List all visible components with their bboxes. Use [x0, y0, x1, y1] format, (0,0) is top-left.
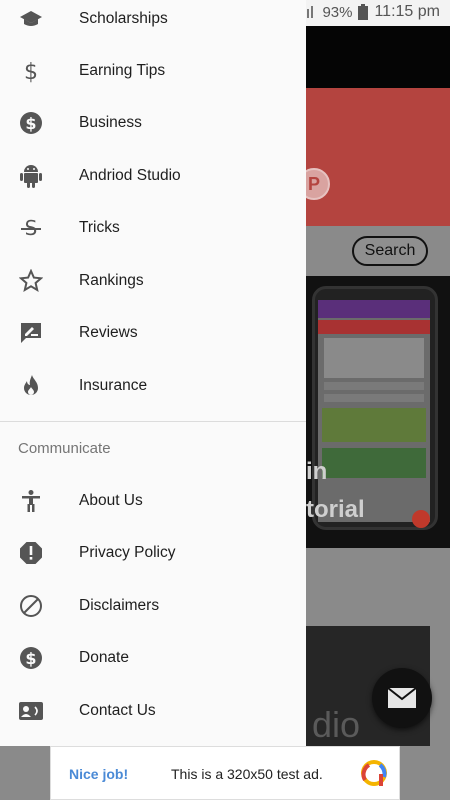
nav-item-label: Insurance [79, 377, 148, 394]
whatshot-icon [18, 373, 44, 399]
ad-text: This is a 320x50 test ad. [171, 766, 323, 782]
nav-item-label: Scholarships [79, 10, 168, 27]
nav-item-scholarships[interactable]: Scholarships [0, 0, 306, 45]
battery-percent: 93% [322, 3, 353, 21]
block-icon [18, 593, 44, 619]
nav-item-rankings[interactable]: Rankings [0, 255, 306, 307]
strikethrough-icon: S [18, 215, 44, 241]
drawer-divider [0, 421, 306, 422]
nav-item-disclaimers[interactable]: Disclaimers [0, 580, 306, 632]
dollar-circle-icon: $ [18, 110, 44, 136]
feature-title-line1: in [306, 458, 328, 485]
section-header-communicate: Communicate [18, 440, 111, 457]
svg-text:$: $ [24, 60, 38, 83]
nav-item-label: About Us [79, 492, 143, 509]
battery-icon [358, 4, 369, 20]
nav-item-label: Rankings [79, 272, 144, 289]
star-outline-icon [18, 268, 44, 294]
nav-item-reviews[interactable]: Reviews [0, 307, 306, 359]
ad-network-logo-icon [361, 760, 387, 793]
ad-badge-text: Nice job! [69, 766, 129, 782]
navigation-drawer: Scholarships $ Earning Tips $ Business A… [0, 0, 306, 746]
mail-fab-button[interactable] [372, 668, 432, 728]
svg-text:$: $ [25, 649, 36, 668]
contact-card-icon [18, 698, 44, 724]
android-icon [18, 163, 44, 189]
header-banner [306, 88, 450, 226]
nav-item-label: Reviews [79, 324, 138, 341]
phone-mockup-screen [318, 300, 430, 522]
nav-item-privacy-policy[interactable]: Privacy Policy [0, 527, 306, 579]
nav-item-tricks[interactable]: S Tricks [0, 202, 306, 254]
nav-item-label: Donate [79, 649, 129, 666]
feature-title-line2: torial [306, 496, 365, 523]
nav-item-contact-us[interactable]: Contact Us [0, 685, 306, 737]
nav-item-label: Tricks [79, 219, 120, 236]
nav-item-insurance[interactable]: Insurance [0, 360, 306, 412]
accessibility-icon [18, 488, 44, 514]
dollar-sign-icon: $ [18, 58, 44, 84]
nav-item-about-us[interactable]: About Us [0, 475, 306, 527]
nav-item-donate[interactable]: $ Donate [0, 632, 306, 684]
alert-octagon-icon [18, 540, 44, 566]
nav-item-label: Business [79, 114, 142, 131]
nav-item-andriod-studio[interactable]: Andriod Studio [0, 150, 306, 202]
svg-text:$: $ [25, 114, 36, 133]
nav-item-earning-tips[interactable]: $ Earning Tips [0, 45, 306, 97]
graduation-cap-icon [18, 6, 44, 32]
nav-item-business[interactable]: $ Business [0, 97, 306, 149]
nav-item-label: Andriod Studio [79, 167, 181, 184]
nav-item-label: Contact Us [79, 702, 156, 719]
nav-item-label: Disclaimers [79, 597, 160, 614]
rate-review-icon [18, 320, 44, 346]
nav-item-label: Privacy Policy [79, 544, 176, 561]
ad-banner[interactable]: Nice job! This is a 320x50 test ad. [50, 746, 400, 800]
second-feature-text: dio [312, 704, 361, 745]
play-badge [412, 510, 430, 528]
nav-item-label: Earning Tips [79, 62, 166, 79]
mail-icon [387, 687, 417, 708]
dollar-circle-icon: $ [18, 645, 44, 671]
clock: 11:15 pm [374, 3, 440, 20]
search-button[interactable]: Search [352, 236, 428, 266]
